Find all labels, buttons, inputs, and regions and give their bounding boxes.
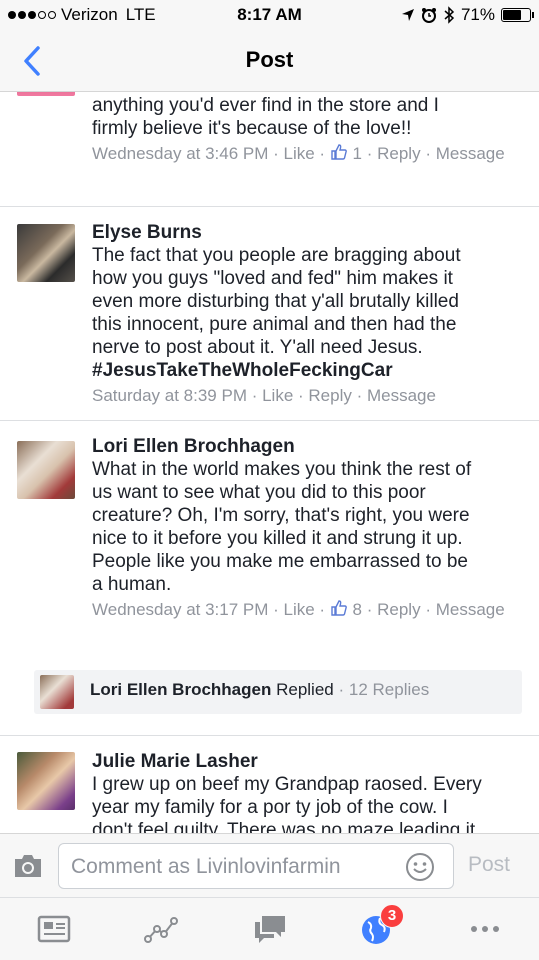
comment-item: Lori Ellen Brochhagen What in the world … — [0, 421, 539, 736]
comment-meta: Wednesday at 3:46 PM · Like · 1 · Reply … — [92, 144, 505, 163]
comments-feed[interactable]: anything you'd ever find in the store an… — [0, 92, 539, 833]
location-arrow-icon — [401, 9, 414, 21]
like-count: 1 — [352, 144, 363, 163]
post-button[interactable]: Post — [468, 853, 510, 877]
more-icon[interactable] — [467, 912, 503, 946]
notifications-tab[interactable]: 3 — [360, 904, 404, 946]
comment-time[interactable]: Saturday at 8:39 PM — [92, 386, 247, 405]
replies-summary[interactable]: Lori Ellen Brochhagen Replied · 12 Repli… — [34, 670, 522, 714]
reply-count: 12 Replies — [348, 680, 430, 699]
tab-bar: 3 — [0, 897, 539, 960]
comment-meta: Wednesday at 3:17 PM · Like · 8 · Reply … — [92, 600, 505, 619]
comment-input[interactable]: Comment as Livinlovinfarmin — [58, 843, 454, 889]
comment-item: Julie Marie Lasher I grew up on beef my … — [0, 736, 539, 833]
hashtag-link[interactable]: #JesusTakeTheWholeFeckingCar — [92, 359, 522, 382]
emoji-icon[interactable] — [405, 852, 435, 882]
message-link[interactable]: Message — [436, 600, 505, 619]
commenter-name[interactable]: Elyse Burns — [92, 221, 522, 244]
message-link[interactable]: Message — [367, 386, 436, 405]
comment-time[interactable]: Wednesday at 3:46 PM — [92, 144, 268, 163]
like-count: 8 — [352, 600, 363, 619]
alarm-clock-icon — [421, 8, 436, 23]
reply-link[interactable]: Reply — [308, 386, 351, 405]
commenter-name[interactable]: Julie Marie Lasher — [92, 750, 522, 773]
like-link[interactable]: Like — [284, 144, 315, 163]
bluetooth-icon — [444, 6, 455, 24]
comment-placeholder: Comment as Livinlovinfarmin — [71, 855, 341, 878]
like-link[interactable]: Like — [284, 600, 315, 619]
comment-item: Elyse Burns The fact that you people are… — [0, 207, 539, 421]
reply-link[interactable]: Reply — [377, 600, 420, 619]
activity-icon[interactable] — [143, 912, 179, 946]
reply-link[interactable]: Reply — [377, 144, 420, 163]
avatar[interactable] — [17, 224, 75, 282]
avatar — [40, 675, 74, 709]
thumbs-up-icon — [331, 144, 347, 160]
comment-composer: Comment as Livinlovinfarmin Post — [0, 833, 539, 897]
comment-text: The fact that you people are bragging ab… — [92, 245, 461, 358]
comment-time[interactable]: Wednesday at 3:17 PM — [92, 600, 268, 619]
thumbs-up-icon — [331, 600, 347, 616]
camera-icon[interactable] — [12, 852, 44, 880]
comment-meta: Saturday at 8:39 PM · Like · Reply · Mes… — [92, 386, 436, 405]
comment-item: anything you'd ever find in the store an… — [0, 92, 539, 207]
replied-label: Replied — [276, 680, 334, 699]
comment-text: What in the world makes you think the re… — [92, 459, 472, 595]
news-feed-icon[interactable] — [36, 912, 72, 946]
replies-text: Lori Ellen Brochhagen Replied · 12 Repli… — [90, 680, 430, 699]
battery-icon — [501, 8, 534, 22]
message-link[interactable]: Message — [436, 144, 505, 163]
nav-bar: Post — [0, 30, 539, 92]
replier-name: Lori Ellen Brochhagen — [90, 680, 272, 699]
commenter-name[interactable]: Lori Ellen Brochhagen — [92, 435, 522, 458]
avatar[interactable] — [17, 752, 75, 810]
comment-text: anything you'd ever find in the store an… — [92, 95, 439, 139]
messages-icon[interactable] — [252, 912, 288, 946]
battery-percent: 71% — [460, 5, 495, 24]
page-title: Post — [245, 47, 294, 72]
comment-text: I grew up on beef my Grandpap raosed. Ev… — [92, 774, 482, 833]
avatar[interactable] — [17, 92, 75, 96]
notification-badge: 3 — [380, 904, 404, 928]
status-right: 71% — [401, 5, 534, 25]
avatar[interactable] — [17, 441, 75, 499]
like-link[interactable]: Like — [262, 386, 293, 405]
status-bar: Verizon LTE 8:17 AM 71% — [0, 0, 539, 30]
